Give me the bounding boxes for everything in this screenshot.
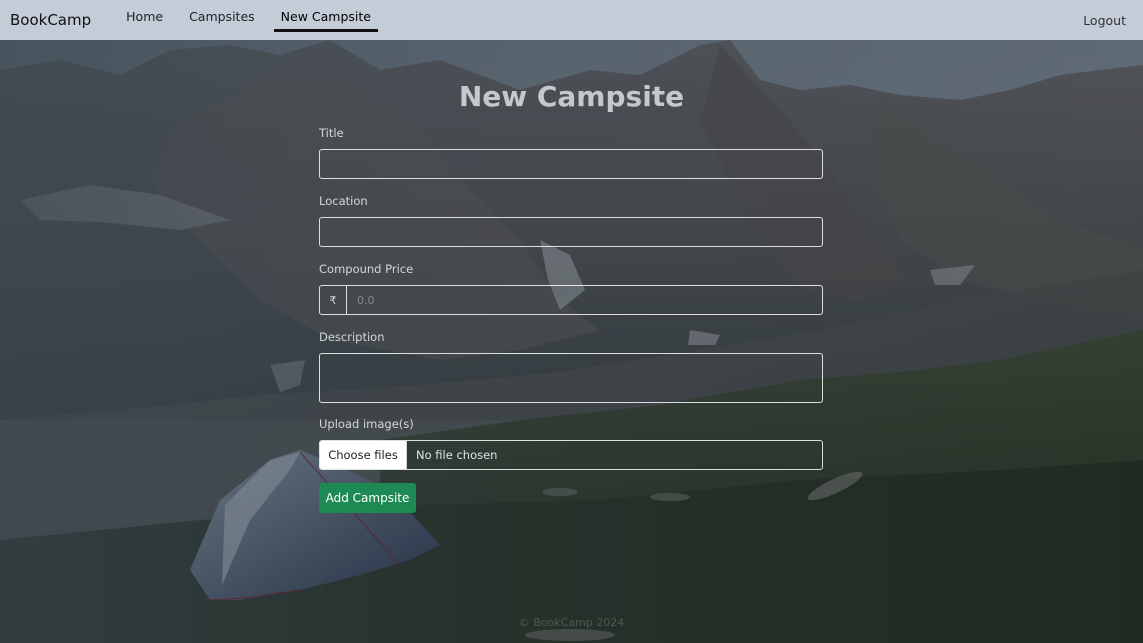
upload-group: Upload image(s) Choose files No file cho… <box>319 416 823 484</box>
price-input-group: ₹ <box>319 285 823 315</box>
main-content: New Campsite Title Location Compound Pri… <box>0 40 1143 643</box>
title-group: Title <box>319 125 823 193</box>
brand-logo[interactable]: BookCamp <box>10 11 91 29</box>
title-label: Title <box>319 126 344 140</box>
add-campsite-button[interactable]: Add Campsite <box>319 483 416 513</box>
choose-files-button[interactable]: Choose files <box>320 441 407 469</box>
page-title: New Campsite <box>458 80 685 113</box>
nav-link-campsites[interactable]: Campsites <box>176 0 268 40</box>
price-input[interactable] <box>347 286 822 314</box>
location-label: Location <box>319 194 368 208</box>
location-group: Location <box>319 193 823 261</box>
file-status: No file chosen <box>416 448 498 462</box>
price-group: Compound Price ₹ <box>319 261 823 329</box>
nav-links: Home Campsites New Campsite <box>113 0 384 40</box>
navbar: BookCamp Home Campsites New Campsite Log… <box>0 0 1143 40</box>
description-textarea[interactable] <box>319 353 823 403</box>
new-campsite-form: Title Location Compound Price ₹ Descript… <box>319 125 823 513</box>
rupee-icon: ₹ <box>320 286 347 314</box>
logout-link[interactable]: Logout <box>1083 13 1133 28</box>
upload-label: Upload image(s) <box>319 417 414 431</box>
title-input[interactable] <box>319 149 823 179</box>
location-input[interactable] <box>319 217 823 247</box>
footer-copyright: © BookCamp 2024 <box>518 616 625 629</box>
description-group: Description <box>319 329 823 416</box>
description-label: Description <box>319 330 385 344</box>
nav-link-new-campsite[interactable]: New Campsite <box>268 0 384 40</box>
price-label: Compound Price <box>319 262 414 276</box>
nav-link-home[interactable]: Home <box>113 0 176 40</box>
file-input[interactable]: Choose files No file chosen <box>319 440 823 470</box>
